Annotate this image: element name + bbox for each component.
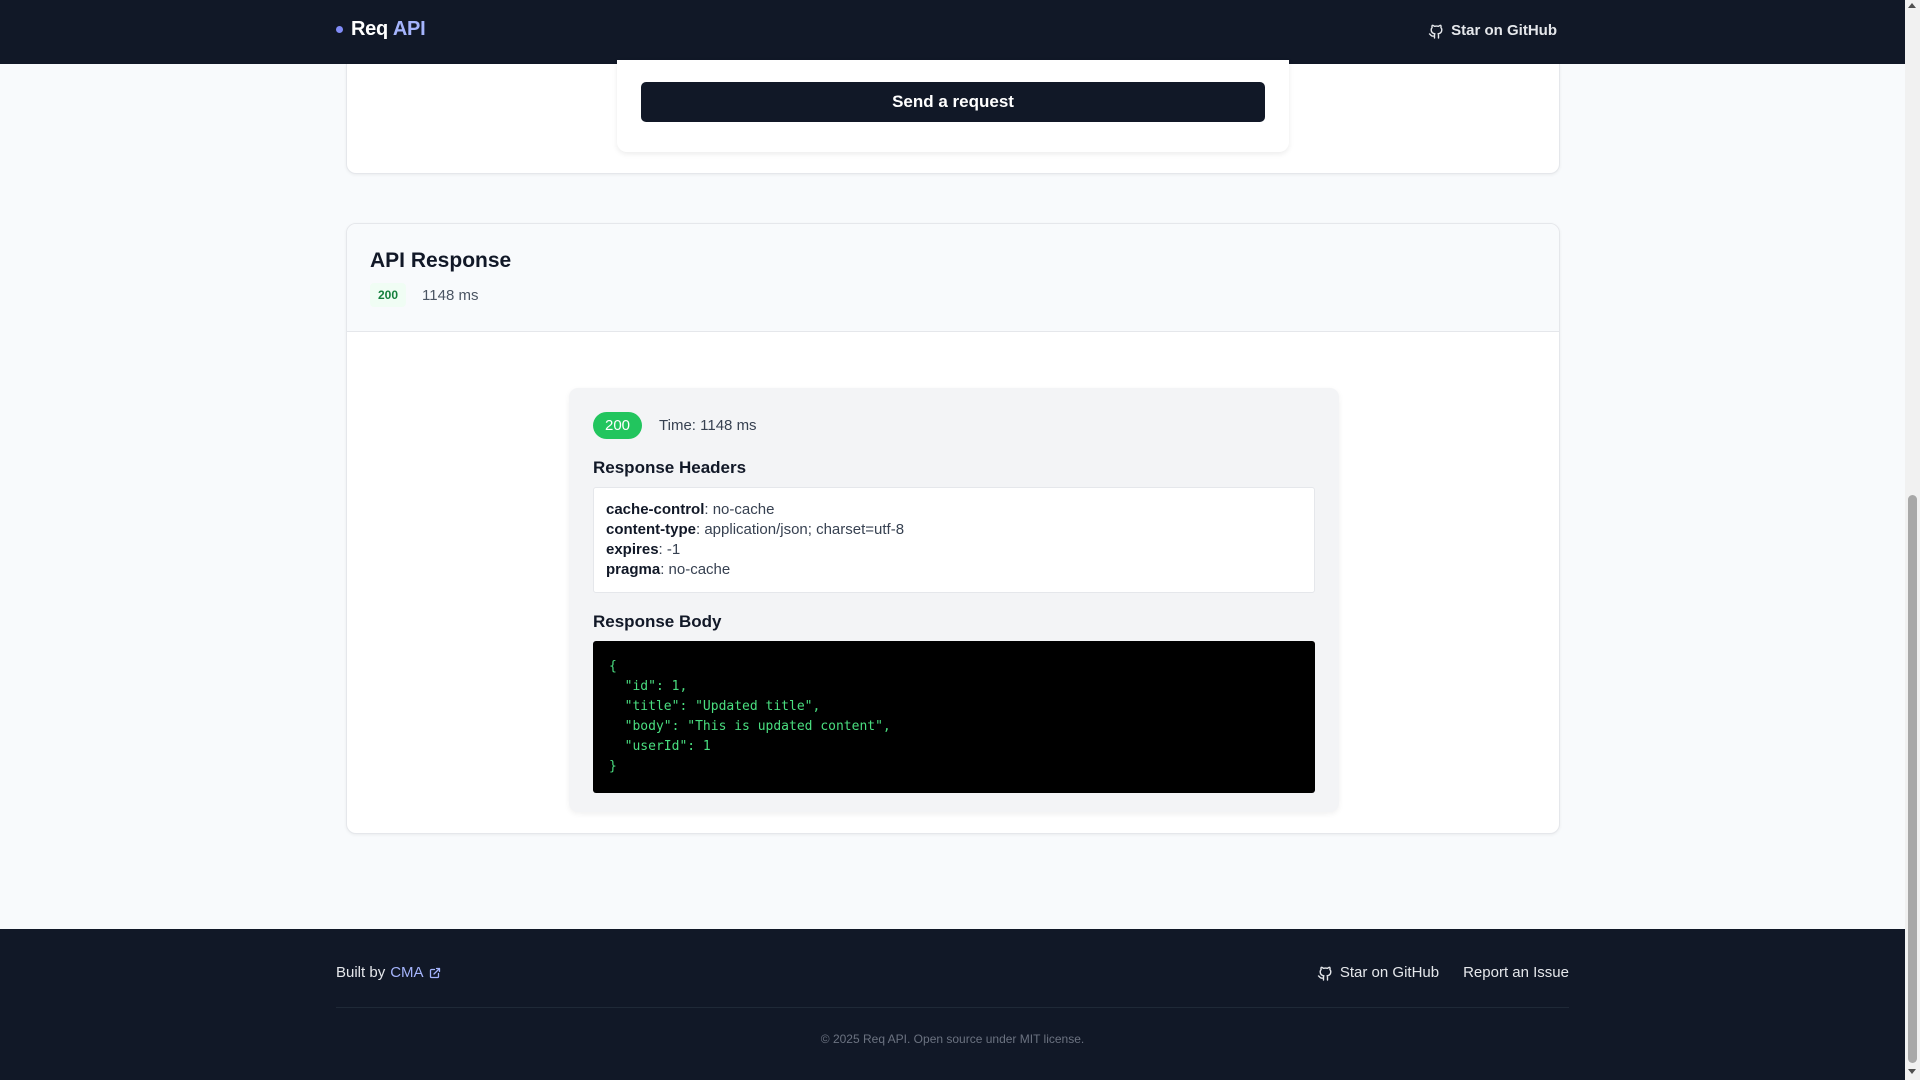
star-github-link[interactable]: Star on GitHub [1428,22,1557,39]
response-body-code[interactable]: { "id": 1, "title": "Updated title", "bo… [593,641,1315,793]
code-line: { [609,659,617,674]
scroll-thumb[interactable] [1908,495,1917,1063]
built-by: Built by CMA [336,964,441,981]
author-link[interactable]: CMA [390,964,423,981]
brand-dot-icon [336,26,343,33]
response-panel: 200 Time: 1148 ms Response Headers cache… [569,388,1339,812]
code-line: "id": 1, [609,679,688,694]
body-title: Response Body [593,612,722,631]
header-value: -1 [666,541,681,558]
send-request-button[interactable]: Send a request [641,82,1265,122]
footer-divider [336,1007,1569,1008]
response-title: API Response [370,249,512,272]
response-duration: 1148 ms [422,286,479,304]
request-form: Send a request [617,60,1289,152]
response-header: API Response 200 1148 ms [347,224,1559,332]
brand-accent: API [392,18,426,40]
header-row: content-type: application/json; charset=… [606,521,905,538]
headers-title: Response Headers [593,458,747,477]
brand-primary: Req [351,18,388,40]
response-card: API Response 200 1148 ms 200 Time: 1148 … [346,223,1560,834]
scroll-down-icon[interactable] [1908,1069,1916,1074]
github-icon [1428,24,1443,39]
code-line: "body": "This is updated content", [609,719,891,734]
status-badge: 200 [370,283,407,307]
scroll-up-icon[interactable] [1908,3,1916,8]
header-row: cache-control: no-cache [606,501,775,518]
header-value: no-cache [668,561,731,578]
footer-links: Star on GitHub Report an Issue [1317,964,1569,981]
report-issue-link[interactable]: Report an Issue [1463,964,1569,981]
header-row: pragma: no-cache [606,561,731,578]
header-value: no-cache [712,501,775,518]
page-scrollbar[interactable] [1905,0,1920,1080]
response-meta: 200 1148 ms [370,283,1536,307]
copyright-text: © 2025 Req API. Open source under MIT li… [820,1032,1085,1046]
built-by-label: Built by [336,964,386,981]
header-key: cache-control [606,501,705,518]
brand-logo[interactable]: Req API [336,18,426,41]
header-row: expires: -1 [606,541,681,558]
headers-list: cache-control: no-cache content-type: ap… [593,487,1315,593]
footer-github-label: Star on GitHub [1339,964,1440,981]
footer: Built by CMA Star on GitHub Report an Is… [0,929,1905,1080]
github-icon [1317,966,1332,981]
code-line: "title": "Updated title", [609,699,821,714]
star-github-label: Star on GitHub [1451,22,1557,39]
code-line: } [609,759,617,774]
status-pill: 200 [593,412,643,439]
panel-status-row: 200 Time: 1148 ms [593,412,1315,439]
external-link-icon [429,967,440,978]
time-label: Time: 1148 ms [659,417,757,434]
request-card: Send a request [346,60,1560,174]
code-block: { "id": 1, "title": "Updated title", "bo… [609,657,1299,777]
header-value: application/json; charset=utf-8 [704,521,905,538]
footer-github-link[interactable]: Star on GitHub [1317,964,1439,981]
header-key: pragma [606,561,661,578]
header-key: content-type [606,521,696,538]
header-key: expires [606,541,659,558]
top-nav: Req API Star on GitHub [0,0,1905,64]
code-line: "userId": 1 [609,739,711,754]
